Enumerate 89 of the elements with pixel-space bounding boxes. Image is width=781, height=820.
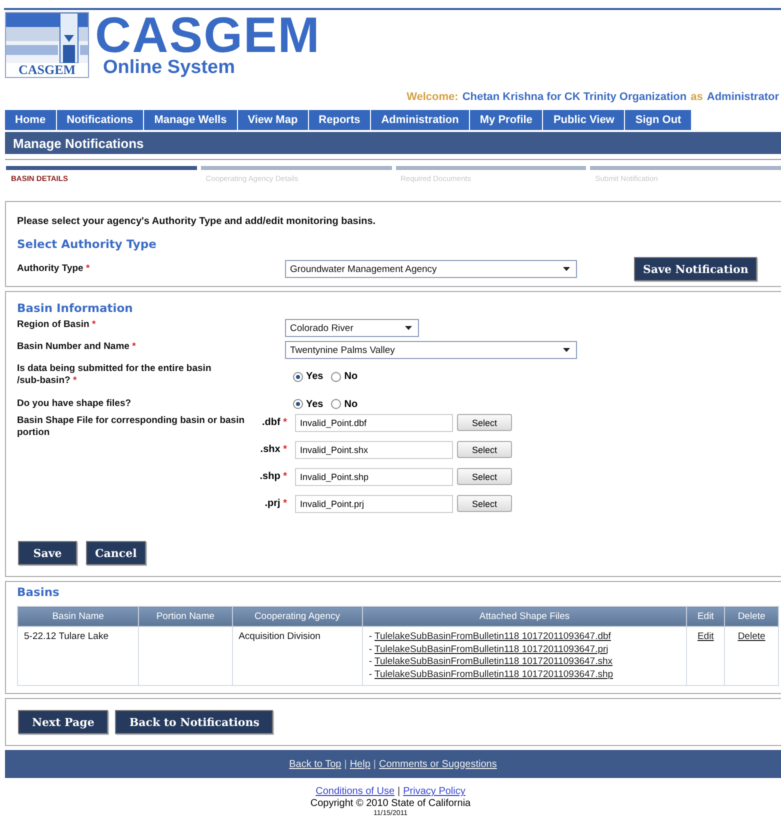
required-marker: *	[72, 375, 77, 386]
nav-item[interactable]: Administration	[371, 110, 469, 130]
required-marker: *	[86, 263, 90, 274]
link-separator: |	[344, 758, 347, 770]
legal-link[interactable]: Conditions of Use	[316, 786, 395, 797]
field-label: Basin Shape File for corresponding basin or basin portion	[17, 415, 246, 439]
question-label: Do you have shape files?	[17, 398, 132, 410]
required-marker: *	[283, 471, 287, 482]
table-cell: Acquisition Division	[232, 626, 362, 686]
shape-file-link[interactable]: TulelakeSubBasinFromBulletin118 10172011093647.dbf	[374, 631, 611, 642]
page-button[interactable]: Next Page	[18, 710, 108, 734]
logo-caption: CASGEM	[17, 63, 77, 77]
welcome-connector: as	[690, 91, 703, 105]
legal-link[interactable]: Privacy Policy	[403, 786, 466, 797]
nav-item[interactable]: Home	[5, 110, 56, 130]
table-cell: 5-22.12 Tulare Lake	[18, 626, 139, 686]
list-bullet: -	[368, 656, 372, 667]
radio-option[interactable]: No	[331, 398, 358, 410]
field-label: Region of Basin *	[17, 319, 97, 331]
list-bullet: -	[368, 644, 372, 654]
region-select[interactable]: Colorado River	[285, 319, 419, 337]
file-path-field[interactable]: Invalid_Point.prj	[295, 494, 453, 512]
basin-select[interactable]: Twentynine Palms Valley	[285, 341, 577, 359]
edit-link[interactable]: Edit	[697, 631, 714, 642]
field-label: Authority Type *	[17, 263, 91, 275]
select-button[interactable]: Select	[457, 441, 512, 458]
list-bullet: -	[368, 631, 372, 642]
site-title: CASGEM	[95, 12, 320, 58]
file-extension-label: .prj *	[264, 498, 288, 509]
column-header: Cooperating Agency	[232, 606, 362, 626]
column-header: Attached Shape Files	[362, 606, 687, 626]
file-extension-label: .shp *	[258, 471, 288, 482]
welcome-label: Welcome:	[406, 91, 458, 105]
required-marker: *	[283, 417, 287, 428]
file-path-field[interactable]: Invalid_Point.shx	[295, 440, 453, 458]
delete-link[interactable]: Delete	[738, 631, 766, 642]
select-button[interactable]: Select	[457, 468, 512, 485]
radio-option[interactable]: No	[331, 371, 358, 382]
copyright-text: Copyright © 2010 State of California	[310, 798, 471, 809]
dropdown-caret-icon	[405, 326, 412, 330]
nav-item[interactable]: Notifications	[56, 110, 144, 130]
user-role: Administrator	[706, 91, 779, 105]
list-bullet: -	[368, 668, 372, 680]
footer-link[interactable]: Back to Top	[289, 758, 342, 770]
required-marker: *	[283, 444, 287, 455]
file-extension-label: .dbf *	[260, 417, 288, 428]
nav-item[interactable]: Manage Wells	[144, 110, 237, 130]
user-name: Chetan Krishna for CK Trinity Organization	[462, 91, 687, 105]
form-button[interactable]: Save	[18, 541, 77, 565]
required-marker: *	[283, 498, 287, 509]
question-label: Is data being submitted for the entire basin /sub-basin? *	[17, 363, 212, 387]
select-button[interactable]: Select	[457, 414, 512, 431]
nav-item[interactable]: Public View	[543, 110, 624, 130]
page-title: Manage Notifications	[13, 136, 144, 150]
shape-file-link[interactable]: TulelakeSubBasinFromBulletin118 10172011093647.shx	[374, 656, 613, 667]
required-marker: *	[132, 341, 136, 352]
section-heading: Select Authority Type	[17, 237, 158, 251]
form-button[interactable]: Cancel	[86, 541, 146, 565]
footer-link[interactable]: Comments or Suggestions	[379, 758, 497, 770]
select-button[interactable]: Select	[457, 495, 512, 512]
footer-link[interactable]: Help	[350, 758, 370, 770]
link-separator: |	[398, 786, 400, 797]
column-header: Delete	[724, 606, 778, 626]
site-subtitle: Online System	[103, 58, 236, 78]
file-path-field[interactable]: Invalid_Point.dbf	[295, 414, 453, 432]
column-header: Basin Name	[18, 606, 139, 626]
dropdown-caret-icon	[563, 348, 570, 352]
file-path-field[interactable]: Invalid_Point.shp	[295, 468, 453, 486]
field-label: Basin Number and Name *	[17, 341, 137, 353]
nav-item[interactable]: My Profile	[470, 110, 542, 130]
nav-item[interactable]: Reports	[308, 110, 370, 130]
link-separator: |	[373, 758, 376, 770]
radio-option[interactable]: Yes	[293, 398, 324, 410]
file-extension-label: .shx *	[259, 444, 288, 455]
intro-text: Please select your agency's Authority Type and add/edit monitoring basins.	[17, 216, 377, 227]
shape-file-link[interactable]: TulelakeSubBasinFromBulletin118 10172011093647.prj	[374, 644, 608, 654]
column-header: Portion Name	[138, 606, 232, 626]
radio-option[interactable]: Yes	[293, 371, 324, 382]
authority-type-select[interactable]: Groundwater Management Agency	[285, 260, 577, 278]
save-notification-button[interactable]: Save Notification	[634, 257, 758, 281]
required-marker: *	[92, 319, 96, 330]
page-button[interactable]: Back to Notifications	[115, 710, 274, 734]
nav-item[interactable]: View Map	[238, 110, 308, 130]
section-heading: Basins	[17, 585, 60, 599]
section-heading: Basin Information	[17, 301, 134, 315]
shape-file-link[interactable]: TulelakeSubBasinFromBulletin118 10172011093647.shp	[374, 668, 614, 680]
nav-item[interactable]: Sign Out	[625, 110, 692, 130]
column-header: Edit	[686, 606, 725, 626]
dropdown-caret-icon	[563, 267, 570, 271]
